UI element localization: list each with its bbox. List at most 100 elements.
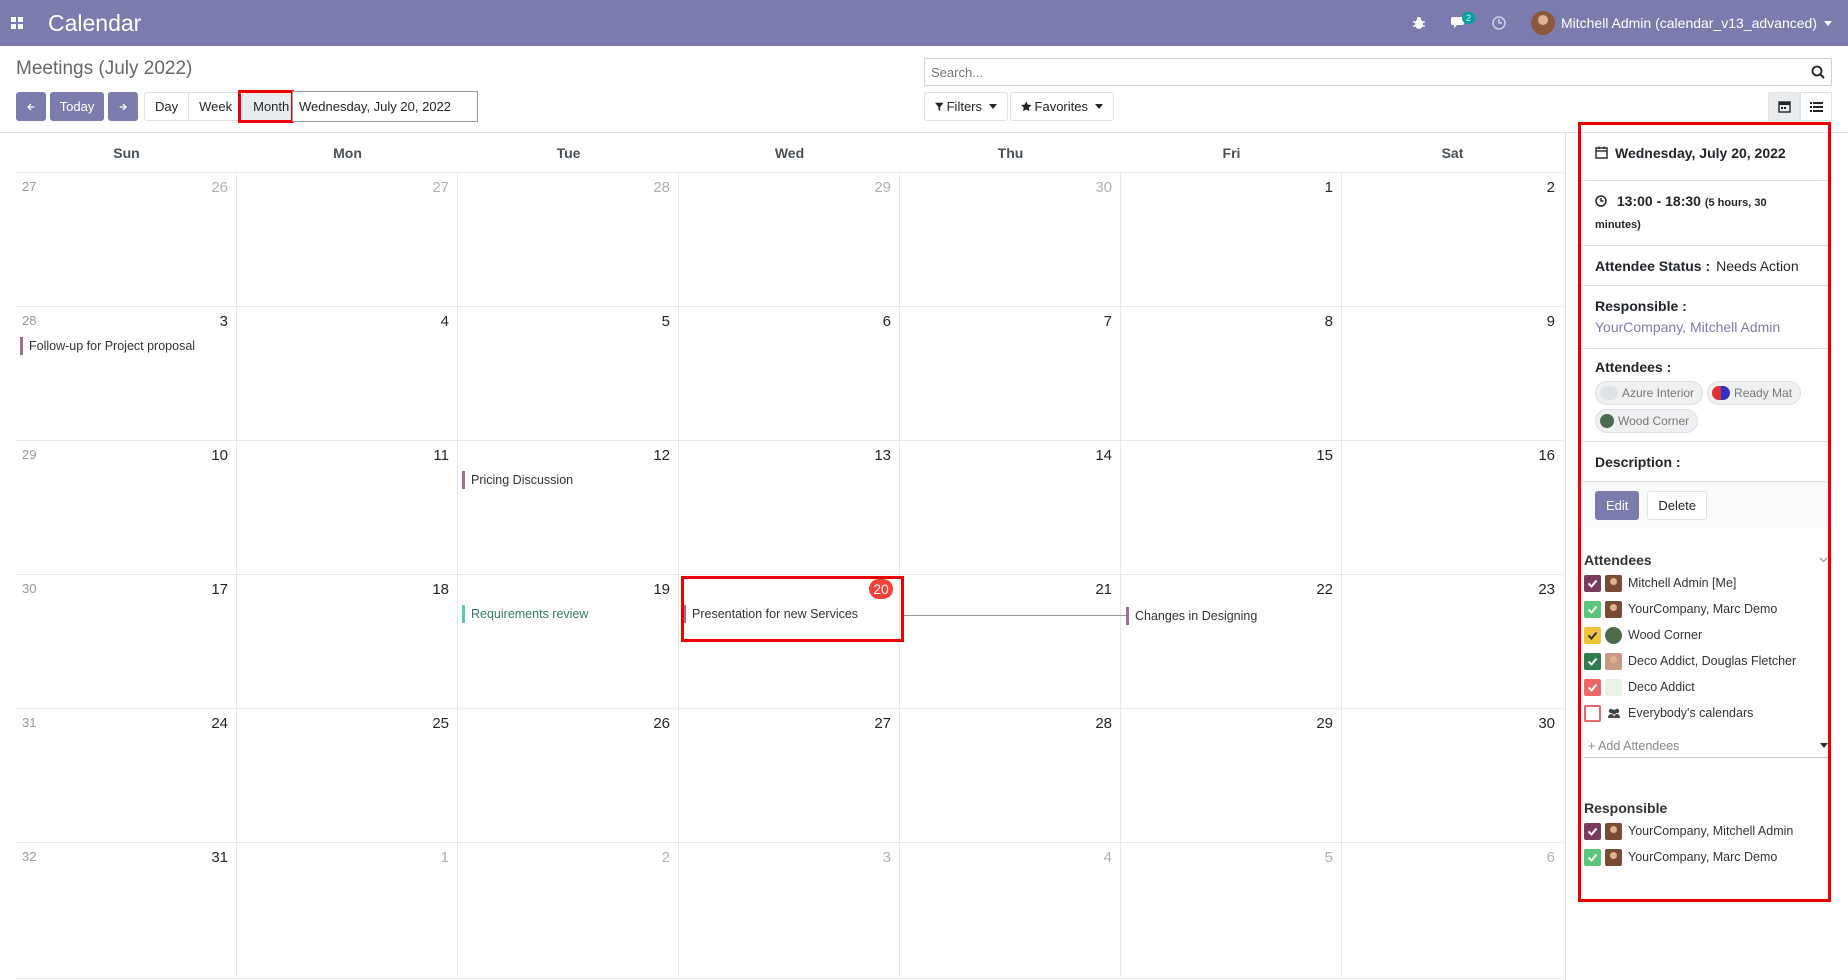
day-cell[interactable]: 3 xyxy=(679,843,900,976)
filter-attendee-douglas[interactable]: Deco Addict, Douglas Fletcher xyxy=(1582,648,1830,674)
arrow-right-icon xyxy=(119,103,127,110)
day-cell[interactable]: 30 xyxy=(900,173,1121,306)
edit-button[interactable]: Edit xyxy=(1595,490,1640,520)
search-input[interactable] xyxy=(931,64,1811,80)
event-presentation-new-services[interactable]: Presentation for new Services xyxy=(683,605,893,623)
date-picker-input[interactable] xyxy=(292,91,478,122)
filter-responsible-marc[interactable]: YourCompany, Marc Demo xyxy=(1582,844,1830,870)
day-cell[interactable]: 1 xyxy=(237,843,458,976)
day-cell[interactable]: 5 xyxy=(1121,843,1342,976)
day-cell[interactable]: 4 xyxy=(237,307,458,440)
check-icon xyxy=(1587,827,1598,836)
day-cell[interactable]: 24 xyxy=(16,709,237,842)
day-cell[interactable]: 21 xyxy=(900,575,1121,708)
day-cell[interactable]: 18 xyxy=(237,575,458,708)
event-requirements-review[interactable]: Requirements review xyxy=(462,605,672,623)
checkbox[interactable] xyxy=(1584,822,1601,840)
checkbox[interactable] xyxy=(1584,574,1601,592)
activity-clock-icon[interactable] xyxy=(1479,0,1519,46)
apps-menu-icon[interactable] xyxy=(0,0,34,46)
day-cell[interactable]: 30 xyxy=(1342,709,1563,842)
popover-time: 13:00 - 18:30 (5 hours, 30 minutes) xyxy=(1581,181,1828,246)
calendar-view-button[interactable] xyxy=(1768,92,1800,121)
next-button[interactable] xyxy=(108,92,138,121)
day-cell[interactable]: 12 Pricing Discussion xyxy=(458,441,679,574)
filter-attendee-deco-addict[interactable]: Deco Addict xyxy=(1582,674,1830,700)
event-followup-project-proposal[interactable]: Follow-up for Project proposal xyxy=(20,337,230,355)
day-cell[interactable]: 19 Requirements review xyxy=(458,575,679,708)
day-cell[interactable]: 15 xyxy=(1121,441,1342,574)
day-cell[interactable]: 8 xyxy=(1121,307,1342,440)
day-cell[interactable]: 23 xyxy=(1342,575,1563,708)
checkbox[interactable] xyxy=(1584,848,1601,866)
week-row: 31 24 25 26 27 28 29 30 xyxy=(16,708,1564,842)
list-view-button[interactable] xyxy=(1800,92,1832,121)
day-cell[interactable]: 5 xyxy=(458,307,679,440)
day-cell[interactable]: 10 xyxy=(16,441,237,574)
previous-button[interactable] xyxy=(16,92,46,121)
attendees-filter-title[interactable]: Attendees xyxy=(1582,550,1830,570)
filter-everybody[interactable]: Everybody's calendars xyxy=(1582,700,1830,726)
responsible-filter-title[interactable]: Responsible xyxy=(1582,798,1830,818)
day-cell[interactable]: 29 xyxy=(679,173,900,306)
day-cell[interactable]: 1 xyxy=(1121,173,1342,306)
app-brand[interactable]: Calendar xyxy=(48,10,141,37)
day-cell[interactable]: 17 xyxy=(16,575,237,708)
day-cell[interactable]: 7 xyxy=(900,307,1121,440)
day-cell[interactable]: 29 xyxy=(1121,709,1342,842)
event-changes-in-designing[interactable]: Changes in Designing xyxy=(1126,607,1257,625)
day-cell[interactable]: 28 xyxy=(458,173,679,306)
attendees-filter-section: Attendees Mitchell Admin [Me] YourCompan… xyxy=(1582,550,1830,870)
filter-attendee-mitchell[interactable]: Mitchell Admin [Me] xyxy=(1582,570,1830,596)
day-cell[interactable]: 3 Follow-up for Project proposal xyxy=(16,307,237,440)
day-cell[interactable]: 4 xyxy=(900,843,1121,976)
day-cell[interactable]: 25 xyxy=(237,709,458,842)
day-cell[interactable]: 13 xyxy=(679,441,900,574)
checkbox[interactable] xyxy=(1584,600,1601,618)
checkbox[interactable] xyxy=(1584,652,1601,670)
day-cell[interactable]: 22 xyxy=(1121,575,1342,708)
attendee-tag[interactable]: Azure Interior xyxy=(1595,381,1704,405)
day-cell[interactable]: 27 xyxy=(237,173,458,306)
day-cell[interactable]: 26 xyxy=(458,709,679,842)
scale-week-button[interactable]: Week xyxy=(188,92,244,121)
user-menu[interactable]: Mitchell Admin (calendar_v13_advanced) xyxy=(1530,11,1832,35)
delete-button[interactable]: Delete xyxy=(1647,490,1707,520)
day-cell[interactable]: 31 xyxy=(16,843,237,976)
bug-icon[interactable] xyxy=(1399,0,1439,46)
search-icon[interactable] xyxy=(1811,65,1825,79)
checkbox[interactable] xyxy=(1584,626,1601,644)
filter-attendee-marc[interactable]: YourCompany, Marc Demo xyxy=(1582,596,1830,622)
filters-button[interactable]: Filters xyxy=(924,92,1008,121)
scale-day-button[interactable]: Day xyxy=(144,92,190,121)
day-cell[interactable]: 11 xyxy=(237,441,458,574)
checkbox[interactable] xyxy=(1584,704,1601,722)
month-calendar: Sun Mon Tue Wed Thu Fri Sat 27 26 27 28 … xyxy=(16,134,1564,976)
user-name: Mitchell Admin (calendar_v13_advanced) xyxy=(1560,15,1817,31)
day-cell[interactable]: 26 xyxy=(16,173,237,306)
checkbox[interactable] xyxy=(1584,678,1601,696)
avatar xyxy=(1605,652,1622,670)
day-cell-today[interactable]: 20 Presentation for new Services xyxy=(679,575,900,708)
favorites-button[interactable]: Favorites xyxy=(1010,92,1114,121)
attendee-tag[interactable]: Ready Mat xyxy=(1707,381,1802,405)
attendee-tag[interactable]: Wood Corner xyxy=(1595,409,1699,433)
day-cell[interactable]: 14 xyxy=(900,441,1121,574)
day-cell[interactable]: 2 xyxy=(1342,173,1563,306)
day-cell[interactable]: 6 xyxy=(679,307,900,440)
check-icon xyxy=(1587,683,1598,692)
responsible-link[interactable]: YourCompany, Mitchell Admin xyxy=(1595,319,1780,335)
day-cell[interactable]: 28 xyxy=(900,709,1121,842)
day-cell[interactable]: 9 xyxy=(1342,307,1563,440)
messages-icon[interactable]: 2 xyxy=(1439,0,1479,46)
day-cell[interactable]: 16 xyxy=(1342,441,1563,574)
filter-responsible-mitchell[interactable]: YourCompany, Mitchell Admin xyxy=(1582,818,1830,844)
add-attendees-input[interactable]: + Add Attendees xyxy=(1584,734,1828,758)
event-pricing-discussion[interactable]: Pricing Discussion xyxy=(462,471,672,489)
day-cell[interactable]: 27 xyxy=(679,709,900,842)
today-button[interactable]: Today xyxy=(50,92,104,121)
filter-attendee-wood-corner[interactable]: Wood Corner xyxy=(1582,622,1830,648)
week-row: 30 17 18 19 Requirements review 20 Prese… xyxy=(16,574,1564,708)
day-cell[interactable]: 2 xyxy=(458,843,679,976)
day-cell[interactable]: 6 xyxy=(1342,843,1563,976)
